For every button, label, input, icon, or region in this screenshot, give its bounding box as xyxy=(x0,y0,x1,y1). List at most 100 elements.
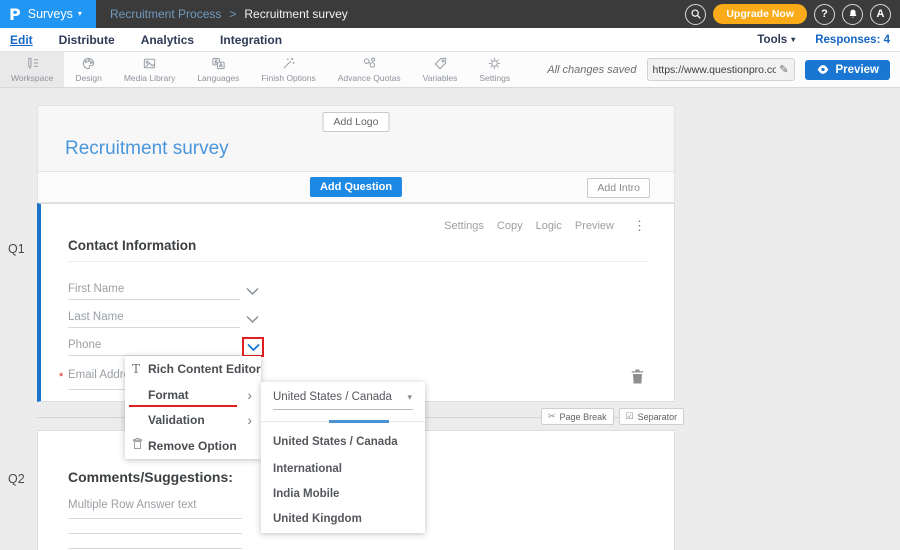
submenu-active-indicator xyxy=(329,420,389,423)
breadcrumb: Recruitment Process > Recruitment survey xyxy=(110,7,348,21)
surveys-menu[interactable]: Surveys ▾ xyxy=(28,7,82,21)
add-question-button[interactable]: Add Question xyxy=(310,177,402,197)
image-icon xyxy=(142,56,157,71)
question-settings-link[interactable]: Settings xyxy=(444,220,484,232)
submenu-arrow-icon: › xyxy=(247,388,252,402)
multi-row-answer-placeholder[interactable]: Multiple Row Answer text xyxy=(68,499,196,511)
tag-icon xyxy=(433,56,448,71)
ribbon-item-workspace[interactable]: Workspace xyxy=(0,52,64,87)
ribbon-label: Languages xyxy=(197,73,239,83)
edit-url-icon[interactable]: ✎ xyxy=(779,63,788,76)
survey-url-value: https://www.questionpro.com/t/APNrFZ xyxy=(653,64,777,76)
format-option-us-canada[interactable]: United States / Canada xyxy=(273,436,398,448)
bell-icon xyxy=(847,8,859,20)
magic-wand-icon xyxy=(281,56,296,71)
text-editor-icon: T xyxy=(132,362,140,376)
ribbon-item-advance-quotas[interactable]: Advance Quotas xyxy=(327,52,412,87)
questionpro-survey-editor: P Surveys ▾ Recruitment Process > Recrui… xyxy=(0,0,900,550)
ribbon-item-languages[interactable]: Languages xyxy=(186,52,250,87)
eye-icon xyxy=(816,64,830,75)
submenu-arrow-icon: › xyxy=(247,413,252,427)
tools-dropdown[interactable]: Tools ▾ xyxy=(757,34,795,46)
question-actions: Settings Copy Logic Preview ⋮ xyxy=(444,218,646,234)
help-icon: ? xyxy=(821,8,828,20)
page-break-label: Page Break xyxy=(560,412,607,422)
tab-analytics[interactable]: Analytics xyxy=(141,33,194,47)
menu-item-remove-option[interactable]: Remove Option xyxy=(125,433,261,459)
preview-label: Preview xyxy=(836,64,879,76)
search-icon xyxy=(690,8,702,20)
delete-field-button[interactable] xyxy=(630,368,645,385)
field-first-name-label[interactable]: First Name xyxy=(68,283,124,295)
surveys-menu-label: Surveys xyxy=(28,7,73,21)
menu-item-label: Rich Content Editor xyxy=(148,362,261,376)
separator-label: Separator xyxy=(638,412,678,422)
question-1-number: Q1 xyxy=(8,242,25,256)
header-actions: Upgrade Now ? A xyxy=(685,4,900,25)
separator-button[interactable]: ☑ Separator xyxy=(619,408,685,425)
format-select-dropdown[interactable]: United States / Canada ▾ xyxy=(261,382,425,410)
field-options-chevron-icon[interactable] xyxy=(246,311,260,321)
format-option-international[interactable]: International xyxy=(273,463,342,475)
notifications-button[interactable] xyxy=(842,4,863,25)
upgrade-now-button[interactable]: Upgrade Now xyxy=(713,4,807,24)
responses-count[interactable]: Responses: 4 xyxy=(815,34,890,46)
answer-row-underline xyxy=(68,533,242,534)
main-nav-bar: Edit Distribute Analytics Integration To… xyxy=(0,28,900,52)
translate-icon xyxy=(211,56,226,71)
ribbon-item-variables[interactable]: Variables xyxy=(412,52,469,87)
annotation-highlight-box xyxy=(242,337,264,357)
format-option-united-kingdom[interactable]: United Kingdom xyxy=(273,513,362,525)
question-1-title[interactable]: Contact Information xyxy=(68,238,196,253)
gear-icon xyxy=(487,56,502,71)
field-phone-label[interactable]: Phone xyxy=(68,339,101,351)
survey-url-field[interactable]: https://www.questionpro.com/t/APNrFZ ✎ xyxy=(647,58,795,81)
trash-icon xyxy=(630,368,645,385)
survey-header-panel: Add Logo Recruitment survey xyxy=(37,105,675,172)
ribbon-item-settings[interactable]: Settings xyxy=(468,52,521,87)
menu-item-rich-content-editor[interactable]: T Rich Content Editor xyxy=(125,356,261,382)
avatar-initial: A xyxy=(877,8,885,20)
ribbon-item-finish-options[interactable]: Finish Options xyxy=(250,52,326,87)
preview-button[interactable]: Preview xyxy=(805,60,890,80)
phone-format-submenu: United States / Canada ▾ United States /… xyxy=(261,382,425,533)
breadcrumb-parent[interactable]: Recruitment Process xyxy=(110,7,221,21)
top-header-bar: P Surveys ▾ Recruitment Process > Recrui… xyxy=(0,0,900,28)
tab-distribute[interactable]: Distribute xyxy=(59,33,115,47)
field-first-name-underline xyxy=(68,299,240,300)
chevron-down-icon: ▾ xyxy=(791,36,795,44)
editor-ribbon: Workspace Design Media Library Languag xyxy=(0,52,900,88)
answer-row-underline xyxy=(68,548,242,549)
ribbon-label: Workspace xyxy=(11,73,53,83)
field-last-name-label[interactable]: Last Name xyxy=(68,311,124,323)
field-options-chevron-icon[interactable] xyxy=(246,283,260,293)
page-break-button[interactable]: ✂ Page Break xyxy=(541,408,614,425)
add-intro-button[interactable]: Add Intro xyxy=(587,178,650,198)
help-button[interactable]: ? xyxy=(814,4,835,25)
palette-icon xyxy=(81,56,96,71)
save-status: All changes saved xyxy=(547,64,636,76)
product-switcher[interactable]: P Surveys ▾ xyxy=(0,0,96,28)
account-avatar[interactable]: A xyxy=(870,4,891,25)
more-options-icon[interactable]: ⋮ xyxy=(633,218,646,234)
tab-integration[interactable]: Integration xyxy=(220,33,282,47)
add-logo-button[interactable]: Add Logo xyxy=(323,112,390,132)
question-2-title[interactable]: Comments/Suggestions: xyxy=(68,469,233,485)
ribbon-label: Finish Options xyxy=(261,73,315,83)
tools-label: Tools xyxy=(757,34,787,46)
field-options-chevron-icon-active[interactable] xyxy=(247,343,260,352)
menu-item-validation[interactable]: Validation › xyxy=(125,407,261,433)
ribbon-right: All changes saved https://www.questionpr… xyxy=(547,52,890,87)
question-preview-link[interactable]: Preview xyxy=(575,220,614,232)
question-copy-link[interactable]: Copy xyxy=(497,220,523,232)
required-asterisk: * xyxy=(59,371,63,383)
tab-edit[interactable]: Edit xyxy=(10,33,33,47)
search-button[interactable] xyxy=(685,4,706,25)
ribbon-item-media-library[interactable]: Media Library xyxy=(113,52,187,87)
question-2-number: Q2 xyxy=(8,472,25,486)
scissors-icon: ✂ xyxy=(548,411,556,422)
ribbon-item-design[interactable]: Design xyxy=(64,52,112,87)
survey-title[interactable]: Recruitment survey xyxy=(65,138,229,160)
format-option-india-mobile[interactable]: India Mobile xyxy=(273,488,339,500)
question-logic-link[interactable]: Logic xyxy=(536,220,562,232)
